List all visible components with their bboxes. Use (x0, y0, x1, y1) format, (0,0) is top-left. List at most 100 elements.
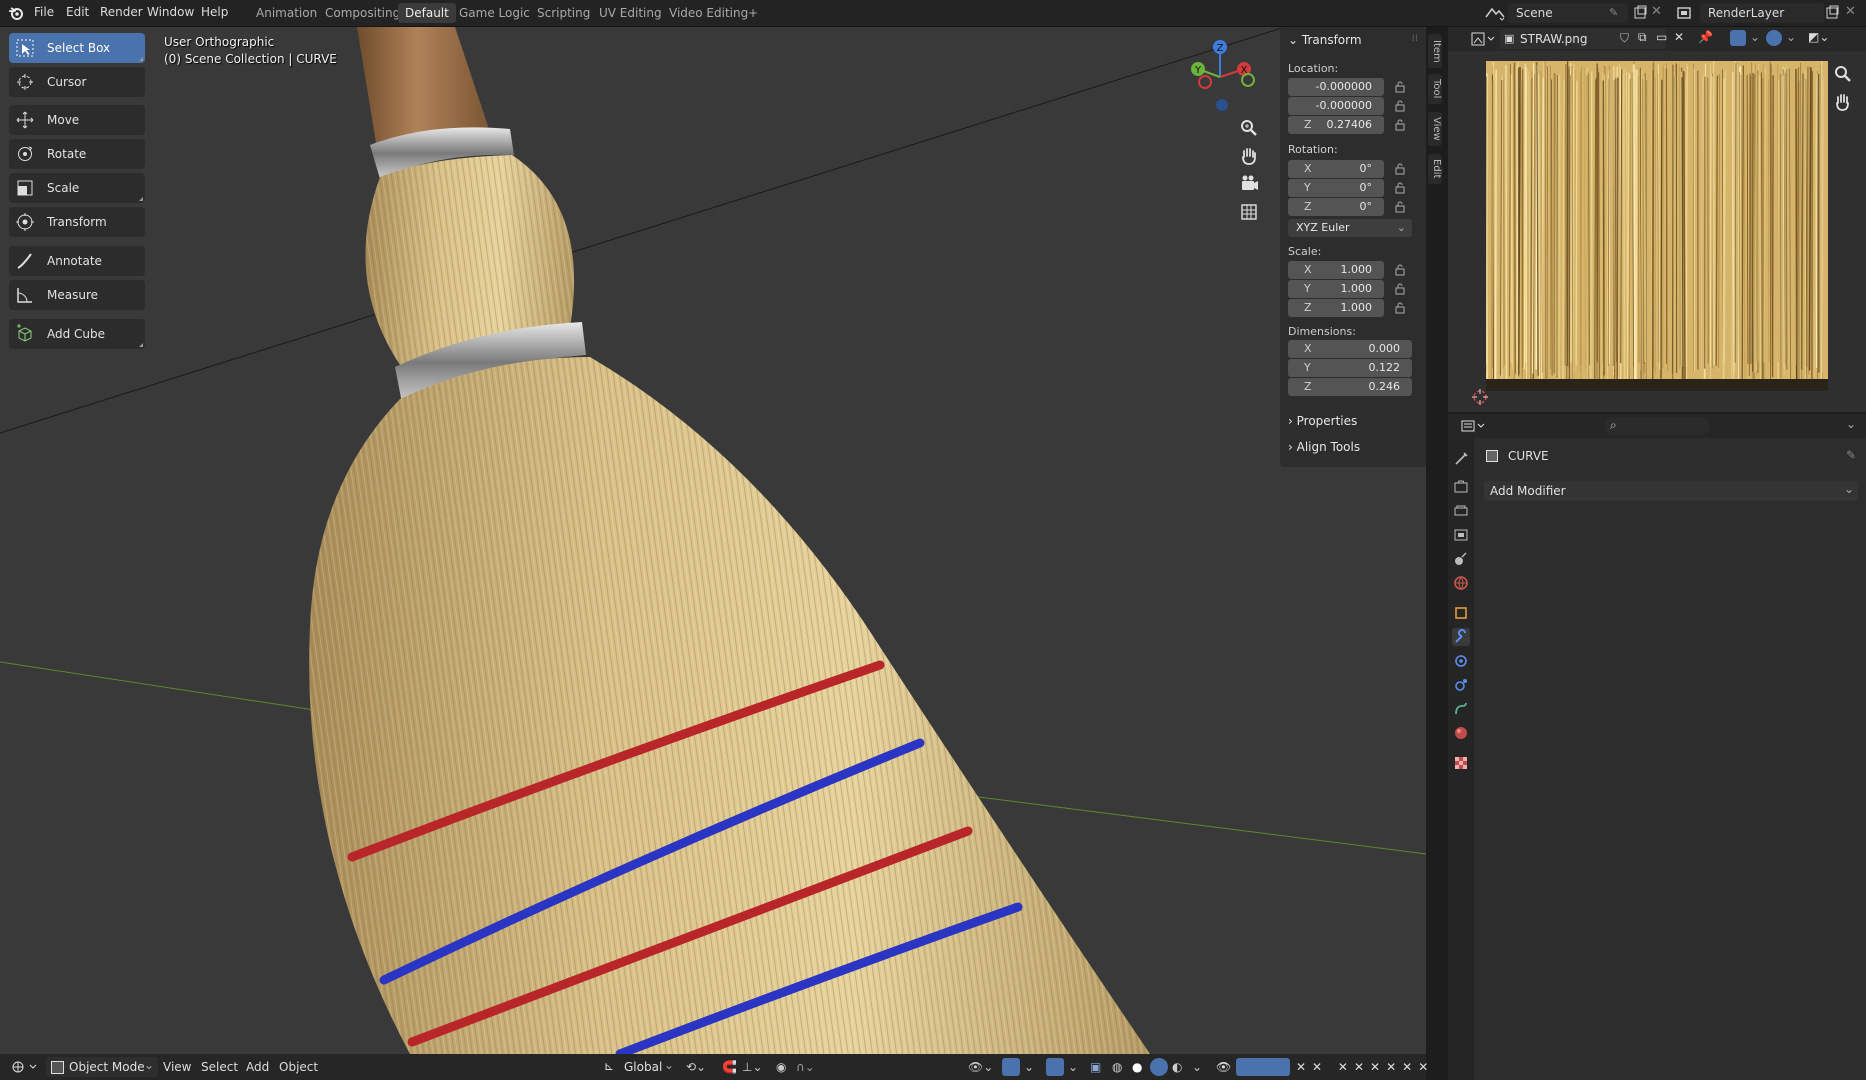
align-tools-section-header[interactable]: › Align Tools (1288, 440, 1360, 454)
properties-search-input[interactable]: ⌕ (1604, 417, 1710, 435)
camera-view-icon[interactable] (1236, 171, 1262, 197)
delete-view-layer-icon[interactable]: ✕ (1845, 4, 1856, 19)
blender-logo-icon[interactable] (8, 5, 24, 21)
lock-icon[interactable] (1394, 100, 1406, 112)
lock-icon[interactable] (1394, 264, 1406, 276)
pivot-point-icon[interactable]: ⟲⌄ (686, 1060, 706, 1074)
tab-default[interactable]: Default (398, 3, 456, 23)
new-image-icon[interactable]: ⧉ (1638, 30, 1647, 45)
tab-compositing[interactable]: Compositing (318, 3, 407, 23)
transform-panel-header[interactable]: ⌄ Transform (1288, 33, 1362, 47)
location-y-field[interactable]: -0.000000 (1288, 97, 1384, 115)
object-data-properties-icon[interactable] (1452, 700, 1470, 718)
menu-file[interactable]: File (34, 5, 54, 19)
overlay-toggle-icon[interactable] (1046, 1058, 1064, 1076)
rotation-y-field[interactable]: Y 0° (1288, 179, 1384, 197)
mode-dropdown[interactable]: Object Mode ⌄ (46, 1057, 158, 1077)
snap-icon[interactable]: 🧲 (722, 1060, 737, 1074)
menu-object[interactable]: Object (279, 1060, 318, 1074)
menu-view[interactable]: View (163, 1060, 191, 1074)
delete-scene-icon[interactable]: ✕ (1651, 4, 1662, 19)
output-properties-icon[interactable] (1452, 502, 1470, 520)
open-image-icon[interactable]: ▭ (1656, 30, 1667, 44)
tool-scale[interactable]: Scale (9, 173, 145, 203)
new-scene-icon[interactable] (1632, 5, 1648, 21)
view-layer-properties-icon[interactable] (1452, 526, 1470, 544)
gizmo-toggle-icon[interactable] (1002, 1058, 1020, 1076)
location-z-field[interactable]: Z 0.27406 (1288, 116, 1384, 134)
tab-game-logic[interactable]: Game Logic (452, 3, 537, 23)
uv-sync-icon[interactable] (1730, 30, 1746, 46)
visibility-icon[interactable]: 👁⌄ (968, 1060, 993, 1074)
lock-icon[interactable] (1394, 81, 1406, 93)
lock-icon[interactable] (1394, 302, 1406, 314)
scale-x-field[interactable]: X 1.000 (1288, 261, 1384, 279)
location-x-field[interactable]: -0.000000 (1288, 78, 1384, 96)
pin-icon[interactable]: ✎ (1609, 6, 1621, 19)
xray-toggle-icon[interactable]: ▣ (1090, 1060, 1101, 1074)
wireframe-shading-icon[interactable]: ◍ (1112, 1060, 1122, 1074)
selection-mode-toggle[interactable] (1236, 1058, 1290, 1076)
render-properties-icon[interactable] (1452, 478, 1470, 496)
zoom-icon[interactable] (1832, 63, 1854, 85)
falloff-icon[interactable]: ∩⌄ (796, 1060, 815, 1074)
perspective-grid-icon[interactable] (1236, 199, 1262, 225)
menu-window[interactable]: Window (147, 5, 194, 19)
menu-select[interactable]: Select (201, 1060, 238, 1074)
tool-cursor[interactable]: Cursor (9, 67, 145, 97)
zoom-icon[interactable] (1236, 115, 1262, 141)
scene-selector-icon[interactable] (1484, 5, 1506, 21)
physics-properties-icon[interactable] (1452, 676, 1470, 694)
material-shading-icon[interactable] (1150, 1058, 1168, 1076)
lock-icon[interactable] (1394, 163, 1406, 175)
pin-icon[interactable]: 📌 (1698, 30, 1713, 44)
image-editor[interactable] (1448, 27, 1866, 412)
hide-icon[interactable]: 👁 (1216, 1060, 1231, 1074)
tool-rotate[interactable]: Rotate (9, 139, 145, 169)
fake-user-icon[interactable]: ⛉ (1620, 31, 1629, 46)
tool-properties-icon[interactable] (1452, 450, 1470, 468)
menu-add[interactable]: Add (246, 1060, 269, 1074)
tool-add-cube[interactable]: Add Cube (9, 319, 145, 349)
snapping-options-icons[interactable]: ✕✕ ✕✕✕✕✕✕ (1296, 1060, 1434, 1074)
view-layer-field[interactable]: RenderLayer (1700, 3, 1824, 23)
world-properties-icon[interactable] (1452, 574, 1470, 592)
dimensions-y-field[interactable]: Y 0.122 (1288, 359, 1412, 377)
material-properties-icon[interactable] (1452, 724, 1470, 742)
tool-select-box[interactable]: Select Box (9, 33, 145, 63)
pan-hand-icon[interactable] (1236, 143, 1262, 169)
tab-animation[interactable]: Animation (249, 3, 324, 23)
tab-uv-editing[interactable]: UV Editing (592, 3, 669, 23)
2d-cursor-icon[interactable] (1472, 389, 1488, 405)
drag-handle-icon[interactable]: ⁞⁞ (1412, 33, 1418, 44)
display-channels-icon[interactable] (1766, 30, 1782, 46)
proportional-edit-icon[interactable]: ◉ (776, 1060, 786, 1074)
navigation-gizmo[interactable]: Z X Y (1180, 37, 1260, 117)
add-modifier-dropdown[interactable]: Add Modifier ⌄ (1484, 481, 1858, 501)
editor-type-icon[interactable] (1470, 31, 1496, 47)
scene-properties-icon[interactable] (1452, 550, 1470, 568)
texture-properties-icon[interactable] (1452, 754, 1470, 772)
snap-target-icon[interactable]: ⊥⌄ (742, 1060, 763, 1074)
pin-icon[interactable]: ✎ (1846, 448, 1856, 462)
tool-annotate[interactable]: Annotate (9, 246, 145, 276)
tab-scripting[interactable]: Scripting (530, 3, 597, 23)
pan-hand-icon[interactable] (1832, 91, 1854, 113)
side-tab-edit[interactable]: Edit (1428, 154, 1442, 184)
lock-icon[interactable] (1394, 119, 1406, 131)
overlay-menu-icon[interactable]: ⌄ (1068, 1060, 1078, 1074)
unlink-image-icon[interactable]: ✕ (1674, 30, 1684, 44)
modifier-properties-icon[interactable] (1452, 628, 1470, 646)
scale-y-field[interactable]: Y 1.000 (1288, 280, 1384, 298)
view-layer-icon[interactable] (1676, 5, 1698, 21)
menu-render[interactable]: Render (100, 5, 143, 19)
options-chevron-icon[interactable]: ⌄ (1846, 417, 1856, 431)
rendered-shading-icon[interactable]: ◐ (1172, 1060, 1182, 1074)
add-workspace-button[interactable]: + (741, 3, 765, 23)
menu-edit[interactable]: Edit (66, 5, 89, 19)
transform-orientation-dropdown[interactable]: ⊾ Global ⌄ (602, 1057, 678, 1077)
view-mode-icon[interactable]: ◩⌄ (1808, 30, 1829, 44)
editor-type-icon[interactable] (1460, 418, 1486, 434)
side-tab-view[interactable]: View (1428, 112, 1442, 146)
rotation-x-field[interactable]: X 0° (1288, 160, 1384, 178)
